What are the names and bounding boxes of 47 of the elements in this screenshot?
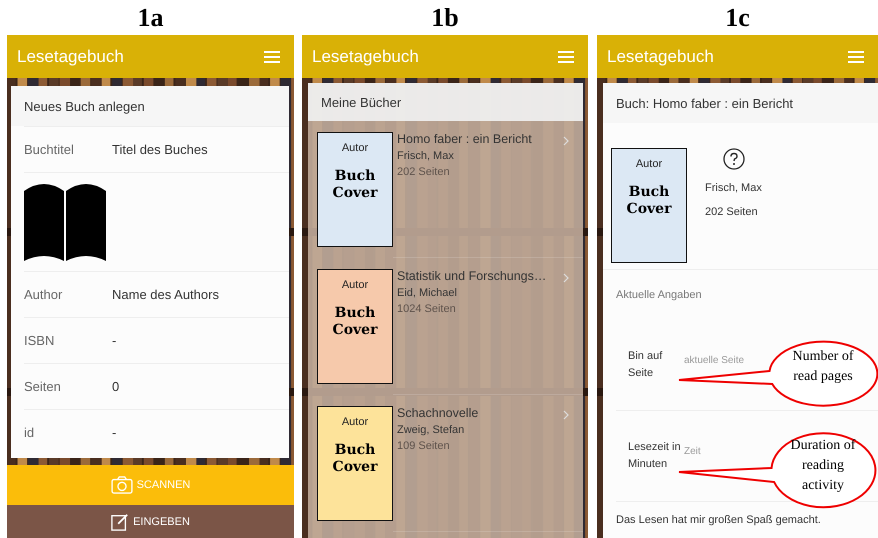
book-cover: Autor Buch Cover xyxy=(611,148,687,263)
menu-icon[interactable] xyxy=(848,50,864,62)
app-title: Lesetagebuch xyxy=(312,46,419,66)
input-field[interactable]: 0 xyxy=(112,379,120,394)
note-text: Das Lesen hat mir großen Spaß gemacht. xyxy=(615,513,822,528)
input-field[interactable]: - xyxy=(112,425,116,440)
card-title: Meine Bücher xyxy=(308,83,583,121)
callout-text: Number of read pages xyxy=(791,348,855,386)
field-label: Seiten xyxy=(24,379,62,394)
field-label: ISBN xyxy=(24,333,56,348)
card-title: Neues Buch anlegen xyxy=(11,86,289,126)
figure-label: 1a xyxy=(136,2,164,34)
field-label: Author xyxy=(24,287,64,302)
chevron-icon xyxy=(563,136,569,146)
book-cover: Autor Buch Cover xyxy=(317,269,393,384)
book-cover: Autor Buch Cover xyxy=(317,132,393,247)
book-icon xyxy=(24,183,106,261)
field-label: Lesezeit in Minuten xyxy=(627,440,682,472)
figure-label: 1c xyxy=(724,2,751,34)
page-count: 202 Seiten xyxy=(705,206,758,218)
input-field[interactable]: Name des Authors xyxy=(112,287,219,302)
book-list-item[interactable]: Autor Buch Cover Homo faber : ein Bericht Frisch, Max 202 Seiten xyxy=(308,121,583,258)
enter-button[interactable]: EINGEBEN xyxy=(7,505,294,538)
chevron-icon xyxy=(563,273,569,283)
menu-icon[interactable] xyxy=(558,50,574,62)
chevron-icon xyxy=(563,410,569,420)
card-title: Buch: Homo faber : ein Bericht xyxy=(603,83,878,123)
callout-text: Duration of reading activity xyxy=(790,437,856,495)
help-icon[interactable] xyxy=(723,148,745,170)
field-label: id xyxy=(24,425,36,440)
field-label: Buchtitel xyxy=(24,142,75,157)
input-field[interactable]: - xyxy=(112,333,116,348)
book-cover: Autor Buch Cover xyxy=(317,406,393,521)
camera-icon xyxy=(110,476,133,494)
app-title: Lesetagebuch xyxy=(607,46,714,66)
menu-icon[interactable] xyxy=(264,50,280,62)
book-list-item[interactable]: Autor Buch Cover Schachnovelle Zweig, Stefan 109 Seiten xyxy=(308,395,583,532)
book-list-item[interactable]: Autor Buch Cover Statistik und Forschungs… Eid, Michael 1024 Seiten xyxy=(308,258,583,395)
edit-icon xyxy=(111,512,130,530)
field-label: Bin auf Seite xyxy=(627,349,664,381)
figure-label: 1b xyxy=(430,2,460,34)
author-text: Frisch, Max xyxy=(705,182,762,194)
input-field[interactable]: Titel des Buches xyxy=(112,142,208,157)
input-field[interactable]: aktuelle Seite xyxy=(684,354,756,366)
app-title: Lesetagebuch xyxy=(17,46,124,66)
input-field[interactable]: Zeit xyxy=(684,445,704,457)
section-heading: Aktuelle Angaben xyxy=(615,288,703,303)
